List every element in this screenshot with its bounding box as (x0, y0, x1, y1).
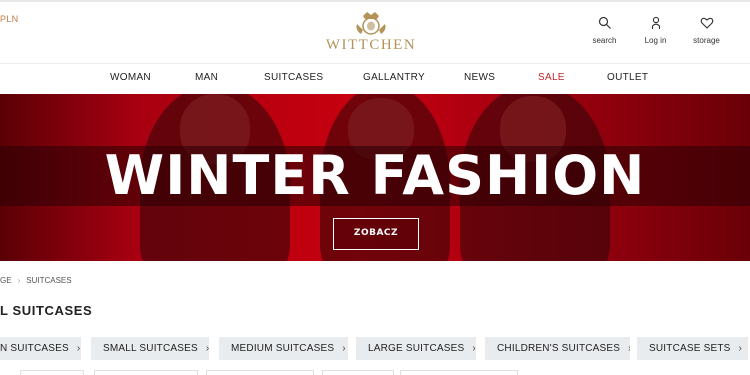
nav-item-gallantry[interactable]: GALLANTRY (363, 72, 425, 83)
user-icon (651, 16, 660, 29)
product-row-peek (0, 370, 750, 375)
category-chip-label: MEDIUM SUITCASES (231, 343, 335, 354)
category-chip[interactable]: CHILDREN'S SUITCASES › (485, 337, 630, 360)
category-chip[interactable]: SUITCASE SETS › (637, 337, 748, 360)
category-chip[interactable]: N SUITCASES › (0, 337, 81, 360)
logo-wordmark: WITTCHEN (325, 37, 417, 53)
category-chip[interactable]: MEDIUM SUITCASES › (219, 337, 348, 360)
currency-selector[interactable]: PLN (0, 14, 18, 24)
storage-label: storage (693, 36, 720, 45)
search-button[interactable]: search (579, 16, 630, 45)
hero-cta-button[interactable]: ZOBACZ (333, 218, 419, 250)
category-chip[interactable]: LARGE SUITCASES › (356, 337, 476, 360)
heart-icon (700, 17, 713, 29)
chevron-right-icon: › (76, 343, 81, 354)
nav-item-outlet[interactable]: OUTLET (607, 72, 648, 83)
nav-item-news[interactable]: NEWS (464, 72, 495, 83)
hero-title: WINTER FASHION (104, 144, 646, 207)
product-card-edge (20, 370, 84, 375)
nav-item-woman[interactable]: WOMAN (110, 72, 151, 83)
logo[interactable]: WITTCHEN (318, 10, 424, 56)
product-card-edge (400, 370, 518, 375)
storage-button[interactable]: storage (681, 16, 732, 45)
logo-crest-icon (356, 12, 386, 35)
breadcrumb: GE › SUITCASES (0, 276, 72, 285)
chevron-right-icon: › (628, 343, 630, 354)
category-chip[interactable]: SMALL SUITCASES › (91, 337, 209, 360)
category-chip-label: LARGE SUITCASES (368, 343, 465, 354)
category-chips: N SUITCASES › SMALL SUITCASES › MEDIUM SUI… (0, 337, 750, 361)
product-card-edge (94, 370, 198, 375)
category-chip-label: SUITCASE SETS (649, 343, 731, 354)
breadcrumb-item-home[interactable]: GE (0, 276, 12, 285)
nav-divider (0, 63, 750, 64)
category-chip-label: SMALL SUITCASES (103, 343, 198, 354)
product-card-edge (322, 370, 394, 375)
search-label: search (592, 36, 617, 45)
chevron-right-icon: › (738, 343, 743, 354)
main-nav: WOMAN MAN SUITCASES GALLANTRY NEWS SALE … (0, 72, 750, 86)
login-label: Log in (644, 36, 667, 45)
category-chip-label: N SUITCASES (0, 343, 69, 354)
header-utilities: search Log in storage (579, 16, 732, 45)
nav-item-sale[interactable]: SALE (538, 72, 565, 83)
chevron-right-icon: › (206, 343, 209, 354)
page-title: L SUITCASES (0, 303, 93, 318)
hero-banner[interactable]: WINTER FASHION ZOBACZ (0, 94, 750, 261)
nav-item-man[interactable]: MAN (195, 72, 218, 83)
nav-item-suitcases[interactable]: SUITCASES (264, 72, 323, 83)
product-card-edge (206, 370, 314, 375)
top-border (0, 0, 750, 2)
login-button[interactable]: Log in (630, 16, 681, 45)
search-icon (598, 16, 611, 29)
chevron-right-icon: › (472, 343, 476, 354)
breadcrumb-item-current: SUITCASES (26, 276, 72, 285)
breadcrumb-chevron-icon: › (17, 276, 21, 285)
chevron-right-icon: › (342, 343, 346, 354)
category-chip-label: CHILDREN'S SUITCASES (497, 343, 621, 354)
